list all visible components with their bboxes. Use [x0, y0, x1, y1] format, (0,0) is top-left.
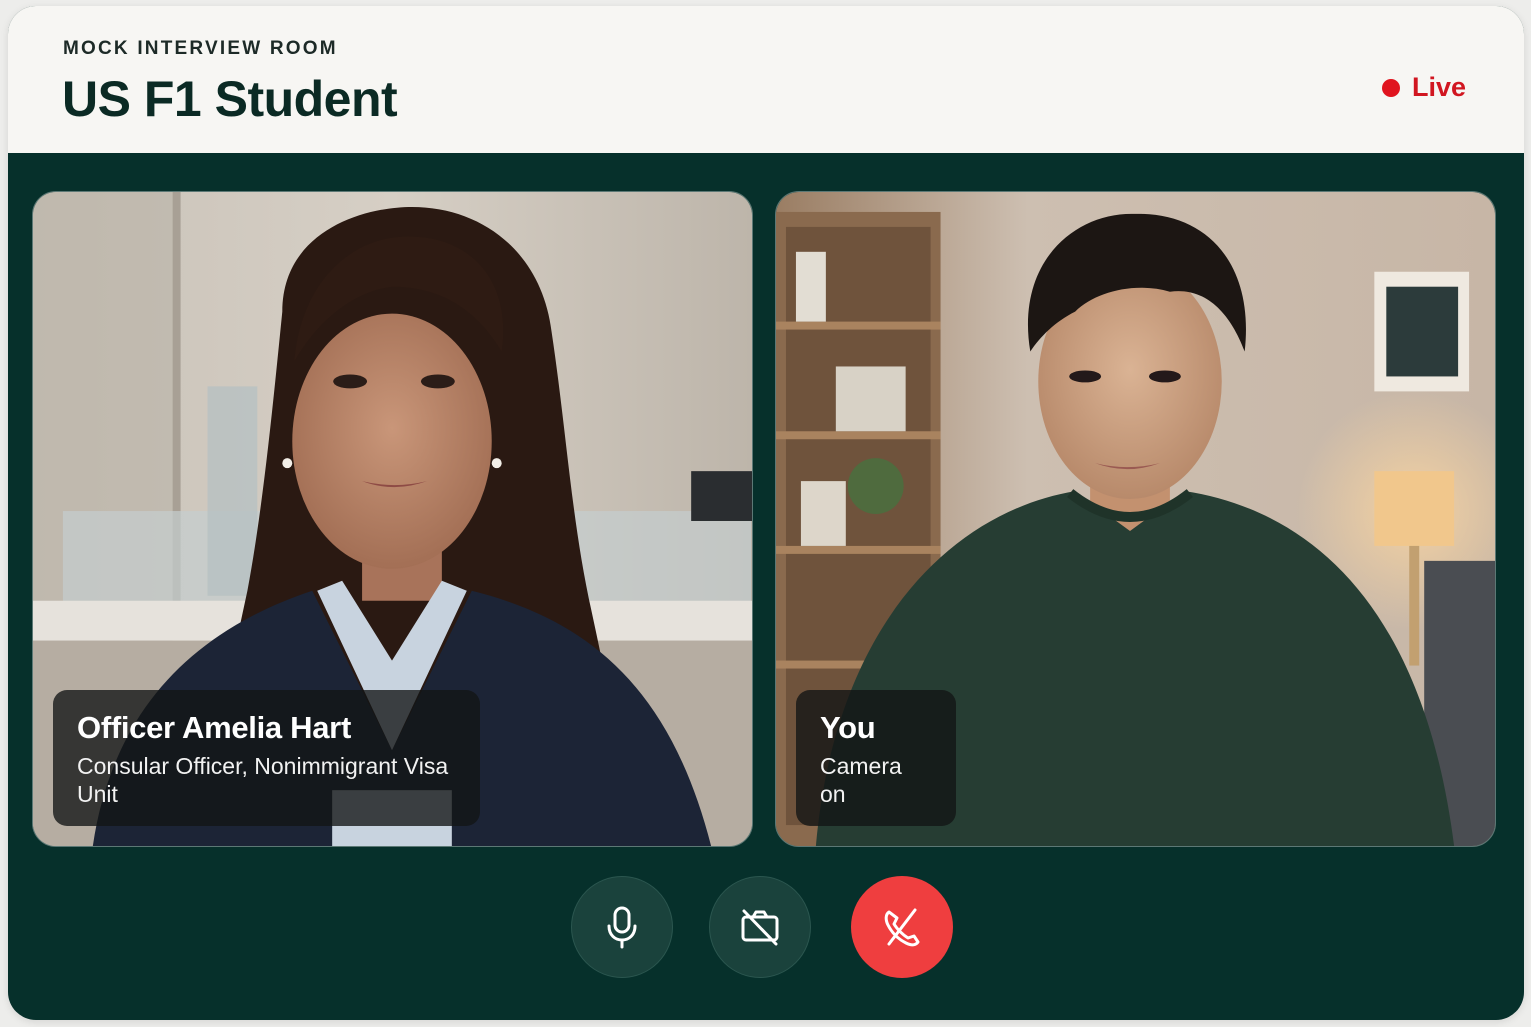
page-title: US F1 Student [62, 71, 398, 127]
call-controls [571, 876, 953, 978]
self-name: You [820, 710, 876, 745]
camera-off-icon [741, 909, 779, 946]
end-call-button[interactable] [851, 876, 953, 978]
camera-status: Camera on [820, 753, 902, 807]
room-eyebrow: MOCK INTERVIEW ROOM [63, 38, 338, 59]
microphone-icon [607, 906, 637, 949]
self-caption: You Camera on [796, 690, 956, 826]
officer-name: Officer Amelia Hart [77, 710, 351, 745]
live-dot-icon [1381, 78, 1400, 97]
live-label: Live [1411, 72, 1466, 102]
officer-caption: Officer Amelia Hart Consular Officer, No… [53, 690, 480, 826]
microphone-button[interactable] [571, 876, 673, 978]
end-call-icon [884, 908, 920, 947]
header: MOCK INTERVIEW ROOM US F1 Student Live [8, 6, 1524, 153]
self-video-tile: You Camera on [775, 191, 1496, 847]
camera-toggle-button[interactable] [709, 876, 811, 978]
live-indicator: Live [1381, 72, 1466, 103]
officer-video-tile: Officer Amelia Hart Consular Officer, No… [32, 191, 753, 847]
interview-window: MOCK INTERVIEW ROOM US F1 Student Live O… [8, 6, 1524, 1020]
officer-role: Consular Officer, Nonimmigrant Visa Unit [77, 753, 449, 807]
